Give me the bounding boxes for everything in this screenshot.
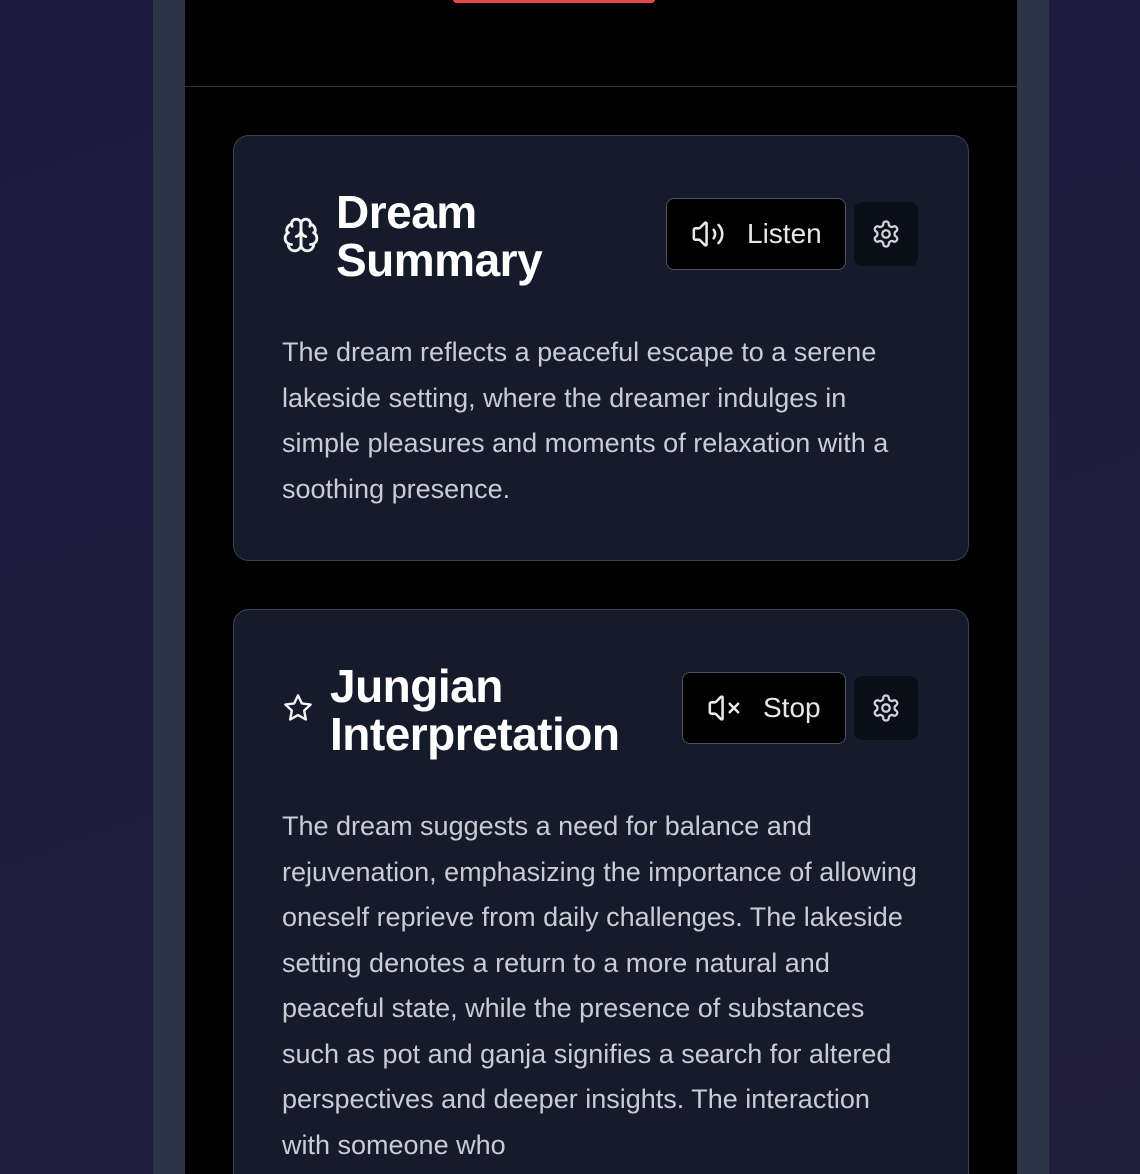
- header-accent-bar: [453, 0, 655, 3]
- gear-icon: [871, 219, 901, 249]
- jungian-interpretation-card: Jungian Interpretation Stop The dream su…: [233, 609, 969, 1174]
- app-viewport: Dream Summary Listen The dream reflects …: [185, 0, 1017, 1174]
- speaker-muted-icon: [707, 691, 741, 725]
- card-title: Dream Summary: [336, 186, 543, 286]
- card-title-line-2: Summary: [336, 234, 543, 286]
- listen-button-label: Listen: [747, 218, 822, 249]
- settings-button[interactable]: [854, 202, 918, 266]
- brain-icon: [282, 216, 320, 254]
- card-header: Dream Summary Listen: [282, 186, 920, 286]
- listen-button[interactable]: Listen: [666, 198, 846, 270]
- gear-icon: [871, 693, 901, 723]
- stop-button-label: Stop: [763, 692, 821, 723]
- stop-button[interactable]: Stop: [682, 672, 846, 744]
- settings-button[interactable]: [854, 676, 918, 740]
- speaker-icon: [691, 217, 725, 251]
- card-header: Jungian Interpretation Stop: [282, 660, 920, 760]
- dream-summary-card: Dream Summary Listen The dream reflects …: [233, 135, 969, 561]
- card-title-line-1: Jungian: [330, 660, 503, 712]
- card-title: Jungian Interpretation: [330, 660, 620, 760]
- card-title-line-1: Dream: [336, 186, 477, 238]
- card-body-text: The dream reflects a peaceful escape to …: [282, 337, 889, 504]
- card-body-text: The dream suggests a need for balance an…: [282, 811, 917, 1160]
- header-strip: [185, 0, 1017, 87]
- star-icon: [282, 692, 314, 724]
- card-title-line-2: Interpretation: [330, 708, 620, 760]
